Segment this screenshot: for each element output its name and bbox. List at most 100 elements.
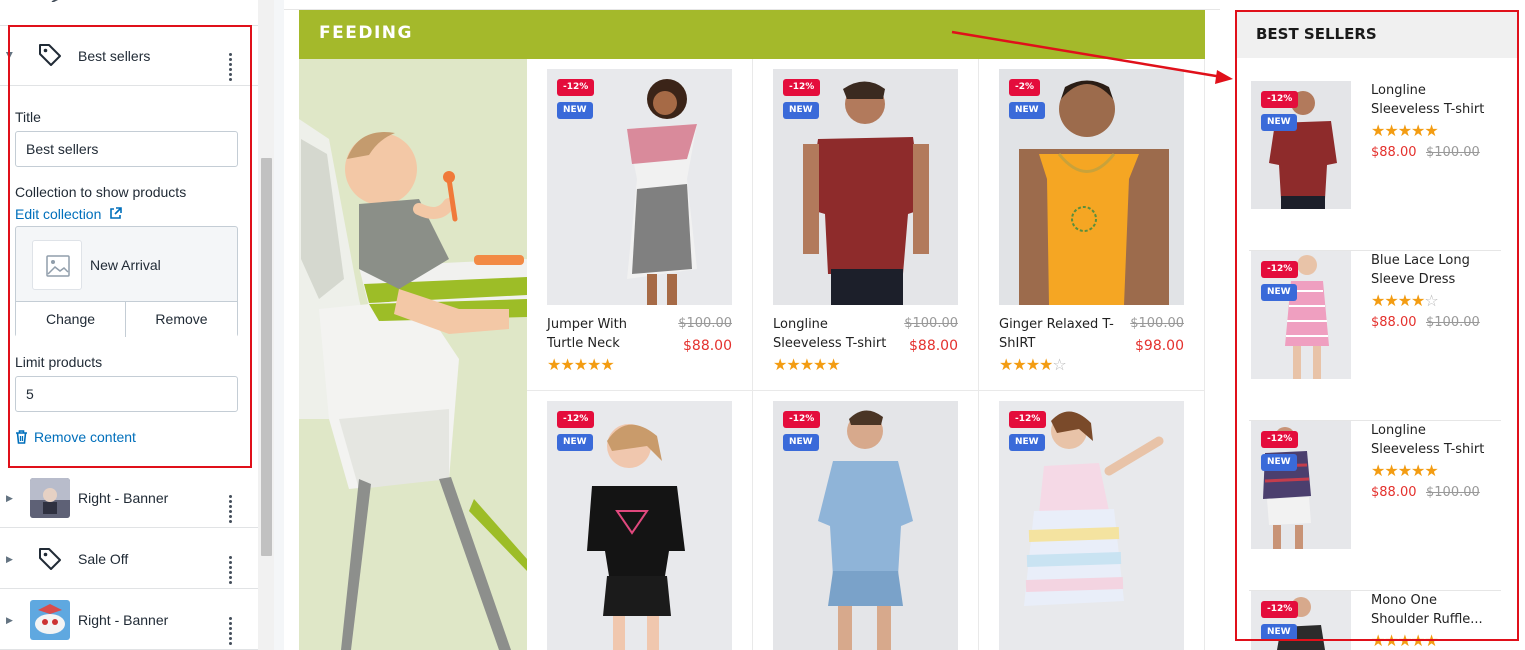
chevron-right-icon[interactable]: ▶ [6,615,13,626]
edit-collection-text: Edit collection [15,206,102,222]
tag-icon [39,548,61,570]
drag-handle-icon[interactable] [228,616,236,646]
banner-thumbnail [30,600,70,640]
best-seller-name[interactable]: Longline Sleeveless T-shirt [1371,81,1496,119]
title-input[interactable]: Best sellers [15,131,238,167]
section-right-banner[interactable]: ▶ Right - Banner [0,468,258,528]
new-badge: NEW [1261,284,1297,301]
section-row-partial[interactable] [0,0,258,8]
product-old-price: $100.00 [1130,316,1184,331]
collection-name: New Arrival [90,257,161,273]
section-header-best-sellers[interactable]: ▶ Best sellers [0,26,258,86]
product-old-price: $100.00 [678,316,732,331]
best-seller-image[interactable]: -12% NEW [1251,421,1351,549]
collection-image-placeholder [32,240,82,290]
new-badge: NEW [557,102,593,119]
sale-badge: -12% [783,79,821,96]
section-right-banner-2[interactable]: ▶ Right - Banner [0,590,258,650]
tag-icon [39,44,61,66]
product-image[interactable]: -12% NEW [773,69,958,305]
best-seller-image[interactable]: -12% NEW [1251,251,1351,379]
product-card[interactable]: -12% NEW [527,391,753,650]
feeding-banner[interactable] [299,59,527,650]
remove-content-text: Remove content [34,429,136,445]
best-seller-old-price: $100.00 [1426,145,1480,160]
rating-stars: ★★★★☆ [999,357,1067,374]
best-seller-price: $88.00 [1371,485,1417,500]
sale-badge: -12% [557,79,595,96]
best-seller-name[interactable]: Longline Sleeveless T-shirt [1371,421,1496,459]
chevron-down-icon[interactable]: ▶ [4,52,15,59]
product-image[interactable]: -12% NEW [999,401,1184,650]
section-label: Right - Banner [78,490,169,506]
rating-stars: ★★★★★ [1371,123,1439,140]
product-price: $88.00 [683,338,732,354]
remove-collection-button[interactable]: Remove [126,301,237,337]
product-card[interactable]: -12% NEW Jumper With Turtle Neck $100.00… [527,59,753,391]
divider [274,0,284,650]
product-card[interactable]: -2% NEW Ginger Relaxed T-ShIRT $100.00 $… [979,59,1205,391]
feeding-title: FEEDING [319,23,413,43]
image-placeholder-icon [46,255,70,277]
rating-stars: ★★★★★ [547,357,615,374]
section-label: Best sellers [78,48,151,64]
best-seller-old-price: $100.00 [1426,485,1480,500]
chevron-right-icon[interactable]: ▶ [6,554,13,565]
banner-thumbnail-image [30,478,70,518]
best-sellers-title: BEST SELLERS [1256,25,1377,43]
best-seller-item[interactable]: -12% NEW Longline Sleeveless T-shirt ★★★… [1249,81,1501,251]
sale-badge: -12% [557,411,595,428]
sale-badge: -12% [1009,411,1047,428]
banner-thumbnail-image [30,600,70,640]
rating-stars: ★★★★★ [1371,463,1439,480]
trash-icon [16,430,27,444]
product-card[interactable]: -12% NEW [753,391,979,650]
best-seller-item[interactable]: -12% NEW Mono One Shoulder Ruffle... ★★★… [1249,591,1501,650]
banner-thumbnail [30,478,70,518]
edit-collection-link[interactable]: Edit collection [15,206,123,222]
product-image[interactable]: -12% NEW [773,401,958,650]
product-name[interactable]: Ginger Relaxed T-ShIRT [999,315,1119,353]
product-name[interactable]: Jumper With Turtle Neck [547,315,667,353]
remove-content-link[interactable]: Remove content [15,429,136,445]
section-label: Right - Banner [78,612,169,628]
section-best-sellers: ▶ Best sellers Title Best sellers Collec… [0,26,258,468]
new-badge: NEW [1261,624,1297,641]
drag-handle-icon[interactable] [228,555,236,585]
product-card[interactable]: -12% NEW Longline Sleeveless T-shirt $10… [753,59,979,391]
sale-badge: -12% [1261,261,1299,278]
new-badge: NEW [1261,114,1297,131]
rating-stars: ★★★★☆ [1371,293,1439,310]
product-image[interactable]: -12% NEW [547,401,732,650]
best-seller-price: $88.00 [1371,145,1417,160]
baby-high-chair-image [299,59,527,650]
product-price: $98.00 [1135,338,1184,354]
best-seller-item[interactable]: -12% NEW Longline Sleeveless T-shirt ★★★… [1249,421,1501,591]
external-link-icon [110,207,123,219]
sale-badge: -12% [783,411,821,428]
sale-badge: -12% [1261,91,1299,108]
product-image[interactable]: -12% NEW [547,69,732,305]
best-seller-image[interactable]: -12% NEW [1251,81,1351,209]
limit-products-input[interactable]: 5 [15,376,238,412]
rating-stars: ★★★★★ [773,357,841,374]
best-seller-item[interactable]: -12% NEW Blue Lace Long Sleeve Dress ★★★… [1249,251,1501,421]
chevron-right-icon[interactable]: ▶ [6,493,13,504]
product-name[interactable]: Longline Sleeveless T-shirt [773,315,893,353]
best-seller-name[interactable]: Mono One Shoulder Ruffle... [1371,591,1496,629]
editor-scrollbar-thumb[interactable] [261,158,272,556]
product-image[interactable]: -2% NEW [999,69,1184,305]
sale-badge: -12% [1261,431,1299,448]
change-collection-button[interactable]: Change [16,301,126,337]
best-seller-old-price: $100.00 [1426,315,1480,330]
best-seller-name[interactable]: Blue Lace Long Sleeve Dress [1371,251,1496,289]
product-card[interactable]: -12% NEW [979,391,1205,650]
drag-handle-icon[interactable] [228,494,236,524]
drag-handle-icon[interactable] [228,52,236,82]
new-badge: NEW [1009,102,1045,119]
preview-top-edge [284,0,1220,10]
section-sale-off[interactable]: ▶ Sale Off [0,529,258,589]
product-price: $88.00 [909,338,958,354]
limit-label: Limit products [15,354,103,370]
best-seller-image[interactable]: -12% NEW [1251,591,1351,650]
